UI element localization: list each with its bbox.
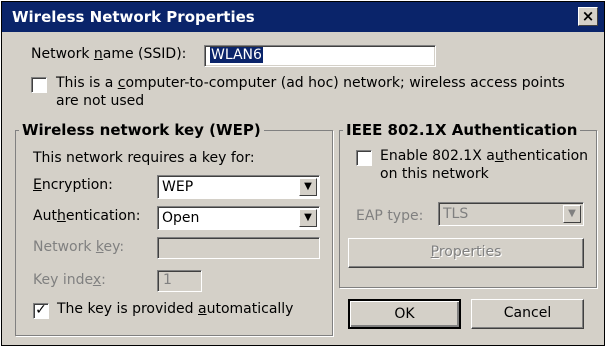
close-button[interactable]: × (578, 7, 598, 26)
enable-8021x-label-line2: on this network (380, 166, 489, 182)
key-index-label: Key index: (33, 272, 106, 288)
eap-type-value: TLS (443, 206, 469, 222)
authentication-select[interactable]: Open ▼ (157, 206, 320, 230)
key-index-input[interactable]: 1 (157, 270, 202, 292)
chevron-down-icon[interactable]: ▼ (299, 209, 317, 227)
ok-button[interactable]: OK (348, 299, 461, 329)
enable-8021x-checkbox[interactable] (356, 150, 372, 166)
ssid-value: WLAN6 (210, 47, 263, 63)
properties-button[interactable]: Properties (348, 238, 584, 268)
eap-type-label: EAP type: (356, 208, 424, 224)
eap-type-select[interactable]: TLS ▼ (438, 202, 584, 226)
ieee-group-title: IEEE 802.1X Authentication (343, 121, 581, 139)
authentication-value: Open (162, 210, 200, 226)
network-key-input[interactable] (157, 237, 320, 259)
network-key-label: Network key: (33, 239, 125, 255)
wep-intro: This network requires a key for: (33, 150, 255, 166)
dialog-window: Wireless Network Properties × Network na… (1, 1, 605, 346)
chevron-down-icon[interactable]: ▼ (299, 178, 317, 196)
adhoc-label-line1: This is a computer-to-computer (ad hoc) … (56, 75, 565, 91)
title-bar[interactable]: Wireless Network Properties × (2, 2, 604, 32)
auto-key-label: The key is provided automatically (57, 301, 294, 317)
wep-group-title: Wireless network key (WEP) (19, 121, 264, 139)
adhoc-label-line2: are not used (56, 93, 145, 109)
enable-8021x-label-line1: Enable 802.1X authentication (380, 148, 589, 164)
encryption-select[interactable]: WEP ▼ (157, 175, 320, 199)
ssid-label: Network name (SSID): (31, 46, 187, 62)
cancel-button[interactable]: Cancel (471, 299, 584, 329)
chevron-down-icon[interactable]: ▼ (563, 205, 581, 223)
encryption-value: WEP (162, 179, 194, 195)
adhoc-checkbox[interactable] (31, 77, 47, 93)
ssid-input[interactable]: WLAN6 (204, 45, 436, 67)
authentication-label: Authentication: (33, 208, 141, 224)
window-title: Wireless Network Properties (12, 8, 255, 26)
auto-key-checkbox[interactable]: ✓ (33, 303, 49, 319)
encryption-label: Encryption: (33, 177, 113, 193)
